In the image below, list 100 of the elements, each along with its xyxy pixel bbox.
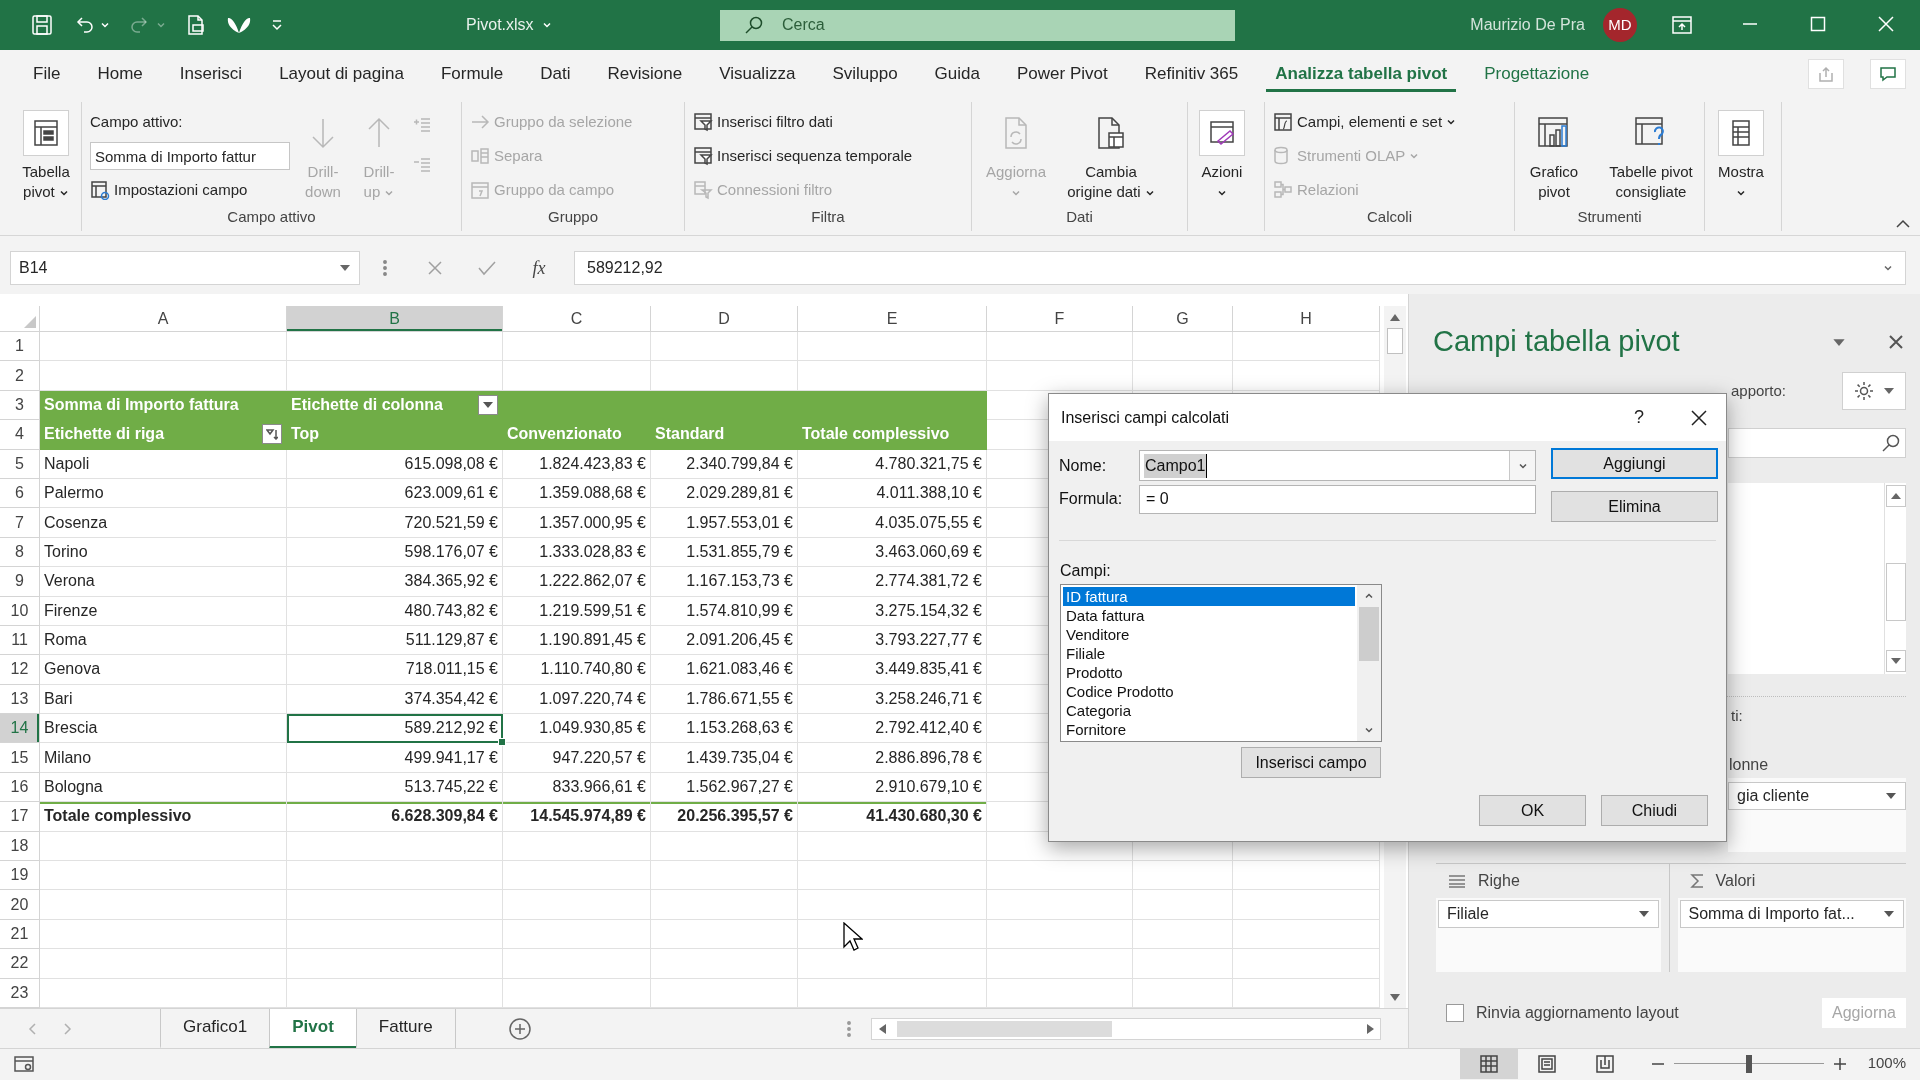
fill-handle[interactable] (498, 738, 506, 747)
help-button[interactable]: ? (1624, 404, 1654, 431)
column-header[interactable]: B (287, 306, 503, 332)
list-item[interactable]: Prodotto (1063, 663, 1355, 682)
menu-tab[interactable]: Analizza tabella pivot (1266, 56, 1457, 92)
dialog-button[interactable]: Chiudi (1601, 795, 1708, 826)
save-icon[interactable] (30, 13, 54, 37)
scrollbar-thumb[interactable] (1885, 563, 1906, 621)
dropdown-arrow-icon[interactable] (482, 400, 494, 409)
list-item[interactable]: Data fattura (1063, 606, 1355, 625)
menu-tab[interactable]: Progettazione (1475, 56, 1599, 92)
customize-icon[interactable] (270, 18, 284, 32)
row-header[interactable]: 20 (0, 890, 40, 920)
formula-input[interactable]: 589212,92 (574, 251, 1906, 285)
ribbon-button[interactable]: Mostra (1713, 104, 1769, 202)
caret-icon[interactable] (1883, 263, 1893, 273)
normal-view-button[interactable] (1459, 1048, 1518, 1079)
field-dropdown[interactable]: gia cliente (1728, 782, 1906, 810)
row-header[interactable]: 5 (0, 449, 40, 479)
column-header[interactable]: E (798, 306, 987, 332)
row-header[interactable]: 22 (0, 949, 40, 979)
list-item[interactable]: Filiale (1063, 644, 1355, 663)
dropdown-arrow-icon[interactable] (1637, 910, 1650, 918)
row-header[interactable]: 12 (0, 655, 40, 685)
column-header[interactable]: H (1233, 306, 1380, 332)
horizontal-scrollbar[interactable] (871, 1017, 1381, 1040)
row-header[interactable]: 9 (0, 567, 40, 597)
comments-button[interactable] (1870, 59, 1906, 89)
scrollbar-thumb[interactable] (1387, 328, 1403, 354)
row-header[interactable]: 8 (0, 537, 40, 568)
row-header[interactable]: 6 (0, 478, 40, 509)
list-item[interactable]: Categoria (1063, 701, 1355, 720)
insert-function-button[interactable]: fx (514, 254, 564, 282)
scroll-up-button[interactable] (1885, 485, 1906, 507)
dialog-button[interactable]: OK (1479, 795, 1586, 826)
row-header[interactable]: 11 (0, 625, 40, 656)
row-header[interactable]: 15 (0, 743, 40, 773)
filter-dropdown-button[interactable] (478, 394, 498, 415)
row-header[interactable]: 4 (0, 420, 40, 450)
row-header[interactable]: 10 (0, 596, 40, 626)
add-sheet-icon[interactable] (507, 1016, 532, 1041)
ribbon-button[interactable]: Inserisci filtro dati (693, 108, 913, 136)
list-item[interactable]: Venditore (1063, 625, 1355, 644)
menu-tab[interactable]: Inserisci (170, 56, 252, 92)
ribbon-button[interactable]: Campi, elementi e set (1273, 108, 1457, 136)
dropdown-arrow-icon[interactable] (1883, 387, 1895, 395)
ribbon-button[interactable]: Azioni (1196, 104, 1248, 202)
row-header[interactable]: 7 (0, 508, 40, 538)
ribbon-button[interactable]: Impostazioni campo (90, 176, 290, 204)
close-icon[interactable] (1888, 334, 1904, 350)
menu-tab[interactable]: Home (88, 56, 152, 92)
ribbon-button[interactable]: Inserisci sequenza temporale (693, 142, 913, 170)
menu-tab[interactable]: Layout di pagina (270, 56, 413, 92)
row-header[interactable]: 19 (0, 861, 40, 891)
menu-tab[interactable]: Revisione (598, 56, 692, 92)
close-icon[interactable] (1690, 408, 1708, 427)
menu-tab[interactable]: Dati (531, 56, 580, 92)
ribbon-button[interactable]: Tabella pivot (14, 104, 78, 202)
ribbon-button[interactable]: Cambia origine dati (1062, 104, 1160, 202)
caret-icon[interactable] (100, 20, 110, 30)
search-field[interactable] (1728, 428, 1906, 458)
slider-thumb[interactable] (1745, 1054, 1752, 1073)
row-header[interactable]: 14 (0, 714, 40, 744)
settings-button[interactable] (1842, 372, 1906, 410)
collapse-ribbon-icon[interactable] (1896, 219, 1910, 229)
ribbon-options-icon[interactable] (1672, 16, 1692, 34)
list-item[interactable]: Codice Prodotto (1063, 682, 1355, 701)
maximize-icon[interactable] (1810, 16, 1826, 32)
formula-field[interactable]: = 0 (1139, 484, 1536, 514)
record-macro-icon[interactable] (14, 1055, 34, 1072)
sheet-tab[interactable]: Pivot (269, 1008, 356, 1049)
zoom-in-icon[interactable] (1833, 1057, 1846, 1070)
insert-field-button[interactable]: Inserisci campo (1241, 747, 1381, 778)
row-header[interactable]: 13 (0, 684, 40, 715)
menu-tab[interactable]: Formule (431, 56, 513, 92)
caret-icon[interactable] (541, 20, 552, 30)
name-box[interactable]: B14 (10, 251, 360, 285)
scroll-down-button[interactable] (1885, 650, 1906, 672)
row-header[interactable]: 3 (0, 390, 40, 421)
column-header[interactable]: A (40, 306, 287, 332)
field-dropdown[interactable]: Filiale (1438, 900, 1659, 928)
zoom-slider[interactable] (1673, 1054, 1824, 1073)
ribbon-button[interactable]: Tabelle pivot consigliate (1595, 104, 1707, 202)
row-header[interactable]: 21 (0, 919, 40, 950)
menu-tab[interactable]: Refinitiv 365 (1135, 56, 1248, 92)
row-header[interactable]: 2 (0, 361, 40, 391)
menu-tab[interactable]: Guida (925, 56, 989, 92)
row-header[interactable]: 17 (0, 802, 40, 832)
column-header[interactable]: G (1133, 306, 1233, 332)
scrollbar-thumb[interactable] (897, 1020, 1112, 1037)
menu-tab[interactable]: File (24, 56, 70, 92)
menu-tab[interactable]: Power Pivot (1008, 56, 1117, 92)
column-header[interactable]: C (503, 306, 651, 332)
dropdown-arrow-icon[interactable] (1832, 337, 1846, 347)
column-header[interactable]: F (987, 306, 1133, 332)
dialog-button[interactable]: Elimina (1551, 491, 1718, 522)
menu-tab[interactable]: Sviluppo (823, 56, 907, 92)
column-header[interactable]: D (651, 306, 798, 332)
zoom-level[interactable]: 100% (1867, 1052, 1906, 1075)
more-icon[interactable] (847, 1020, 851, 1037)
